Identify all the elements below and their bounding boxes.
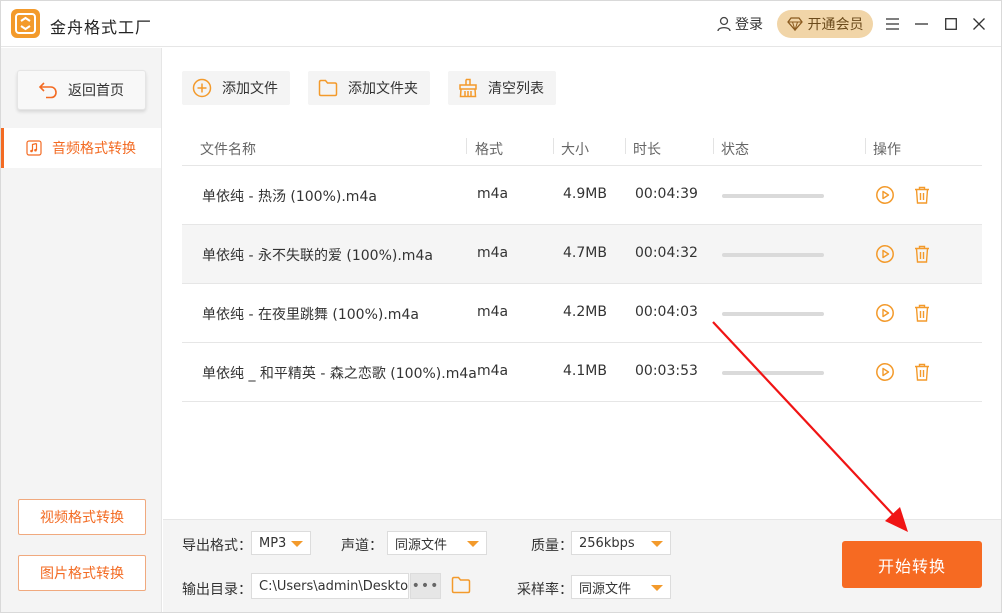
file-duration: 00:03:53 [635,363,698,379]
status-progress-bar [722,371,824,375]
app-window: 金舟格式工厂 登录 开通会员 返回首页 音频格式转换 视频格式转换 图片格式转换… [0,0,1002,613]
column-header-size: 大小 [561,142,589,158]
column-header-action: 操作 [873,142,901,158]
play-icon[interactable] [875,185,895,205]
broom-icon [459,78,477,98]
play-icon[interactable] [875,362,895,382]
vip-label: 开通会员 [807,17,864,33]
column-header-format: 格式 [475,142,503,158]
menu-icon [885,18,899,30]
column-header-duration: 时长 [633,142,661,158]
chevron-down-icon [291,541,303,547]
start-convert-button[interactable]: 开始转换 [842,541,982,588]
add-folder-button[interactable]: 添加文件夹 [308,71,430,105]
file-name: 单依纯 - 热汤 (100%).m4a [202,189,377,205]
delete-icon[interactable] [912,185,932,205]
play-icon[interactable] [875,244,895,264]
delete-icon[interactable] [912,303,932,323]
video-convert-button[interactable]: 视频格式转换 [18,499,146,535]
add-file-button[interactable]: 添加文件 [182,71,290,105]
table-row[interactable]: 单依纯 - 热汤 (100%).m4a m4a 4.9MB 00:04:39 [182,166,982,225]
column-header-status: 状态 [721,142,749,158]
back-arrow-icon [38,82,57,99]
play-icon[interactable] [875,303,895,323]
minimize-button[interactable] [911,14,931,34]
login-label: 登录 [735,17,763,33]
maximize-icon [945,18,957,30]
login-button[interactable]: 登录 [716,14,763,34]
file-table-header: 文件名称 格式 大小 时长 状态 操作 [182,134,982,166]
table-row[interactable]: 单依纯 _ 和平精英 - 森之恋歌 (100%).m4a m4a 4.1MB 0… [182,343,982,402]
output-dir-label: 输出目录： [182,582,252,598]
clear-list-label: 清空列表 [488,81,544,97]
file-format: m4a [477,304,509,320]
title-bar: 金舟格式工厂 登录 开通会员 [1,1,1001,47]
file-duration: 00:04:32 [635,245,698,261]
chevron-down-icon [651,585,663,591]
clear-list-button[interactable]: 清空列表 [448,71,556,105]
export-format-label: 导出格式： [182,538,252,554]
channel-label: 声道： [341,538,383,554]
diamond-icon [786,17,803,31]
export-format-select[interactable]: MP3 [251,531,311,555]
menu-button[interactable] [882,14,902,34]
music-note-icon [26,140,42,156]
vip-button[interactable]: 开通会员 [777,10,873,38]
file-size: 4.2MB [563,304,607,320]
sample-rate-label: 采样率： [517,582,573,598]
open-folder-icon[interactable] [451,576,471,594]
table-row[interactable]: 单依纯 - 在夜里跳舞 (100%).m4a m4a 4.2MB 00:04:0… [182,284,982,343]
file-size: 4.9MB [563,186,607,202]
delete-icon[interactable] [912,362,932,382]
sidebar-item-label: 音频格式转换 [52,141,136,157]
delete-icon[interactable] [912,244,932,264]
file-name: 单依纯 - 在夜里跳舞 (100%).m4a [202,307,419,323]
file-size: 4.7MB [563,245,607,261]
file-format: m4a [477,186,509,202]
file-size: 4.1MB [563,363,607,379]
back-home-button[interactable]: 返回首页 [17,70,146,110]
sample-rate-select[interactable]: 同源文件 [571,575,671,599]
app-logo-icon [11,9,40,38]
app-title: 金舟格式工厂 [50,18,153,37]
chevron-down-icon [467,541,479,547]
add-folder-label: 添加文件夹 [348,81,418,97]
file-format: m4a [477,363,509,379]
quality-select[interactable]: 256kbps [571,531,671,555]
maximize-button[interactable] [941,14,961,34]
export-format-value: MP3 [259,535,287,551]
image-convert-button[interactable]: 图片格式转换 [18,555,146,591]
quality-label: 质量： [531,538,573,554]
chevron-down-icon [651,541,663,547]
file-name: 单依纯 _ 和平精英 - 森之恋歌 (100%).m4a [202,366,477,382]
table-row[interactable]: 单依纯 - 永不失联的爱 (100%).m4a m4a 4.7MB 00:04:… [182,225,982,284]
add-file-label: 添加文件 [222,81,278,97]
plus-circle-icon [192,78,212,98]
sidebar: 返回首页 音频格式转换 视频格式转换 图片格式转换 [1,48,162,612]
output-dir-field[interactable]: C:\Users\admin\Desktop\ [251,573,409,599]
quality-value: 256kbps [579,535,635,551]
browse-button[interactable]: ••• [410,573,441,599]
file-duration: 00:04:39 [635,186,698,202]
file-format: m4a [477,245,509,261]
sample-rate-value: 同源文件 [579,581,632,597]
status-progress-bar [722,194,824,198]
status-progress-bar [722,312,824,316]
user-icon [717,16,731,32]
sidebar-item-audio[interactable]: 音频格式转换 [1,128,161,168]
column-header-name: 文件名称 [200,142,256,158]
close-button[interactable] [969,14,989,34]
file-duration: 00:04:03 [635,304,698,320]
folder-icon [318,79,338,97]
file-name: 单依纯 - 永不失联的爱 (100%).m4a [202,248,433,264]
channel-select[interactable]: 同源文件 [387,531,487,555]
channel-value: 同源文件 [395,537,448,553]
status-progress-bar [722,253,824,257]
minimize-icon [914,23,928,25]
close-icon [973,18,985,30]
back-home-label: 返回首页 [68,83,124,99]
